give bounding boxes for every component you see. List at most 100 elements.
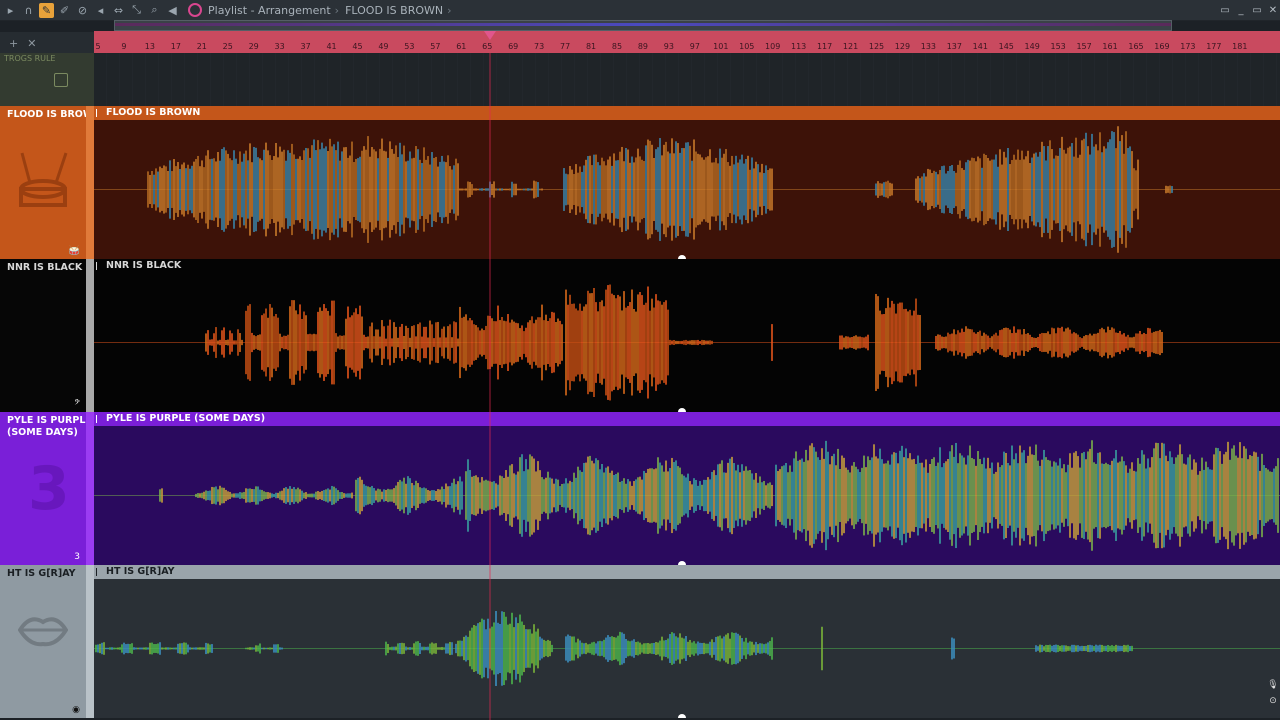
three-icon: 3 [18, 454, 70, 524]
bar-number: 105 [739, 42, 755, 51]
track-color-stripe [86, 412, 94, 565]
pattern-track-header[interactable]: TROGS RULE [0, 53, 94, 106]
bar-number: 65 [482, 42, 493, 51]
clip-name: FLOOD IS BROWN [106, 107, 201, 118]
track-lane-pyle[interactable]: PYLE IS PURPLE (SOME DAYS) [94, 412, 1280, 565]
bar-number: 37 [300, 42, 311, 51]
track-header-flood[interactable]: FLOOD IS BROWN 🥁 [0, 106, 101, 259]
bar-number: 93 [663, 42, 674, 51]
bar-number: 17 [170, 42, 181, 51]
bar-number: 57 [430, 42, 441, 51]
bar-number: 5 [95, 42, 101, 51]
bar-number: 149 [1024, 42, 1040, 51]
bass-clef-icon[interactable]: 𝄢 [74, 399, 80, 409]
clip-flag-icon [96, 109, 103, 117]
track-lane-nnr[interactable]: NNR IS BLACK [94, 259, 1280, 412]
bar-number: 161 [1102, 42, 1118, 51]
bar-number: 77 [560, 42, 571, 51]
bar-number: 101 [713, 42, 729, 51]
bar-number: 25 [222, 42, 233, 51]
breadcrumb-chevron-icon[interactable]: › [447, 4, 451, 17]
bar-number: 73 [534, 42, 545, 51]
bar-number: 129 [894, 42, 911, 51]
globe-icon[interactable]: ⊙ [1266, 696, 1280, 706]
pattern-lane[interactable] [94, 53, 1280, 106]
bar-number: 13 [144, 42, 155, 51]
bar-number: 69 [508, 42, 519, 51]
track-header-ht[interactable]: HT IS G[R]AY ◉ [0, 565, 86, 718]
playhead-line [489, 53, 491, 720]
playlist-icon [188, 3, 202, 17]
waveform [94, 611, 1280, 686]
track-name: PYLE IS PURPLE (SOME DAYS) [7, 415, 92, 438]
bar-number: 21 [196, 42, 207, 51]
track-header-pyle[interactable]: PYLE IS PURPLE (SOME DAYS) 3 3 [0, 412, 92, 565]
track-lane-ht[interactable]: HT IS G[R]AY [94, 565, 1280, 718]
minimize-button[interactable]: _ [1234, 0, 1248, 20]
playhead-marker-icon[interactable] [484, 31, 496, 40]
clip-name: NNR IS BLACK [106, 260, 182, 271]
bar-number: 145 [998, 42, 1014, 51]
add-track-button[interactable]: + [9, 37, 18, 50]
track-color-stripe [86, 565, 94, 718]
audio-clip-header[interactable]: PYLE IS PURPLE (SOME DAYS) [94, 412, 1280, 426]
waveform [94, 126, 1280, 253]
bar-number: 109 [765, 42, 781, 51]
zoom-icon[interactable]: ⌕ [147, 3, 162, 18]
track-lane-flood[interactable]: FLOOD IS BROWN [94, 106, 1280, 259]
mute-icon[interactable]: ⊘ [75, 3, 90, 18]
track-color-stripe [86, 106, 94, 259]
clip-flag-icon [96, 415, 103, 423]
track-color-stripe [86, 259, 94, 412]
microphone-icon[interactable]: 🎙 [1266, 680, 1280, 690]
close-track-button[interactable]: ✕ [27, 37, 36, 50]
svg-text:3: 3 [28, 457, 68, 517]
breadcrumb-separator: › [334, 3, 340, 17]
bar-number: 141 [972, 42, 988, 51]
bar-number: 81 [585, 42, 597, 51]
audio-clip-header[interactable]: NNR IS BLACK [94, 259, 1280, 273]
bar-number: 33 [274, 42, 285, 51]
bar-number: 177 [1206, 42, 1222, 51]
lips-mini-icon[interactable]: ◉ [72, 705, 80, 715]
clip-name: HT IS G[R]AY [106, 566, 175, 577]
bar-number: 53 [404, 42, 415, 51]
drum-mini-icon[interactable]: 🥁 [69, 246, 80, 256]
bar-number: 29 [248, 42, 259, 51]
clip-volume-handle[interactable] [678, 714, 686, 718]
maximize-button[interactable]: ▭ [1250, 0, 1264, 20]
select-icon[interactable]: ⤡ [129, 3, 144, 18]
bar-number: 173 [1180, 42, 1196, 51]
window-title: Playlist - Arrangement [208, 3, 331, 17]
slip-icon[interactable]: ◂ [93, 3, 108, 18]
bar-number: 169 [1154, 42, 1170, 51]
speaker-icon[interactable]: ◀ [165, 3, 180, 18]
menu-arrow-icon[interactable]: ▸ [3, 3, 18, 18]
close-button[interactable]: ✕ [1266, 0, 1280, 20]
pencil-icon[interactable]: ✎ [39, 2, 54, 18]
current-pattern-label[interactable]: FLOOD IS BROWN [345, 4, 443, 17]
bar-number: 181 [1232, 42, 1248, 51]
clip-flag-icon [96, 262, 103, 270]
waveform [94, 440, 1280, 551]
titlebar: ▸ ∩ ✎ ✐ ⊘ ◂ ⇔ ⤡ ⌕ ◀ Playlist - Arrangeme… [0, 0, 1280, 21]
waveform [94, 284, 1280, 401]
three-mini-icon[interactable]: 3 [74, 552, 80, 562]
audio-clip-header[interactable]: FLOOD IS BROWN [94, 106, 1280, 120]
audio-clip-header[interactable]: HT IS G[R]AY [94, 565, 1280, 579]
track-name: HT IS G[R]AY [7, 568, 76, 579]
track-header-nnr[interactable]: NNR IS BLACK 𝄢 [0, 259, 86, 412]
track-toolstrip: + ✕ [0, 32, 94, 54]
bar-number: 49 [378, 42, 389, 51]
detach-button[interactable]: ▭ [1218, 0, 1232, 20]
bar-number: 89 [637, 42, 649, 51]
magnet-icon[interactable]: ∩ [21, 3, 36, 18]
paint-icon[interactable]: ✐ [57, 3, 72, 18]
timeline-ruler[interactable]: 5 9 13 17 21 25 29 33 37 41 45 49 53 57 61 65 69 73 77 81 85… [94, 31, 1280, 53]
bar-number: 121 [842, 42, 859, 51]
bar-number: 97 [689, 42, 700, 51]
slice-icon[interactable]: ⇔ [111, 3, 126, 18]
bar-number: 9 [121, 42, 127, 51]
bar-number: 133 [920, 42, 937, 51]
horizontal-scrollbar[interactable] [114, 20, 1172, 31]
